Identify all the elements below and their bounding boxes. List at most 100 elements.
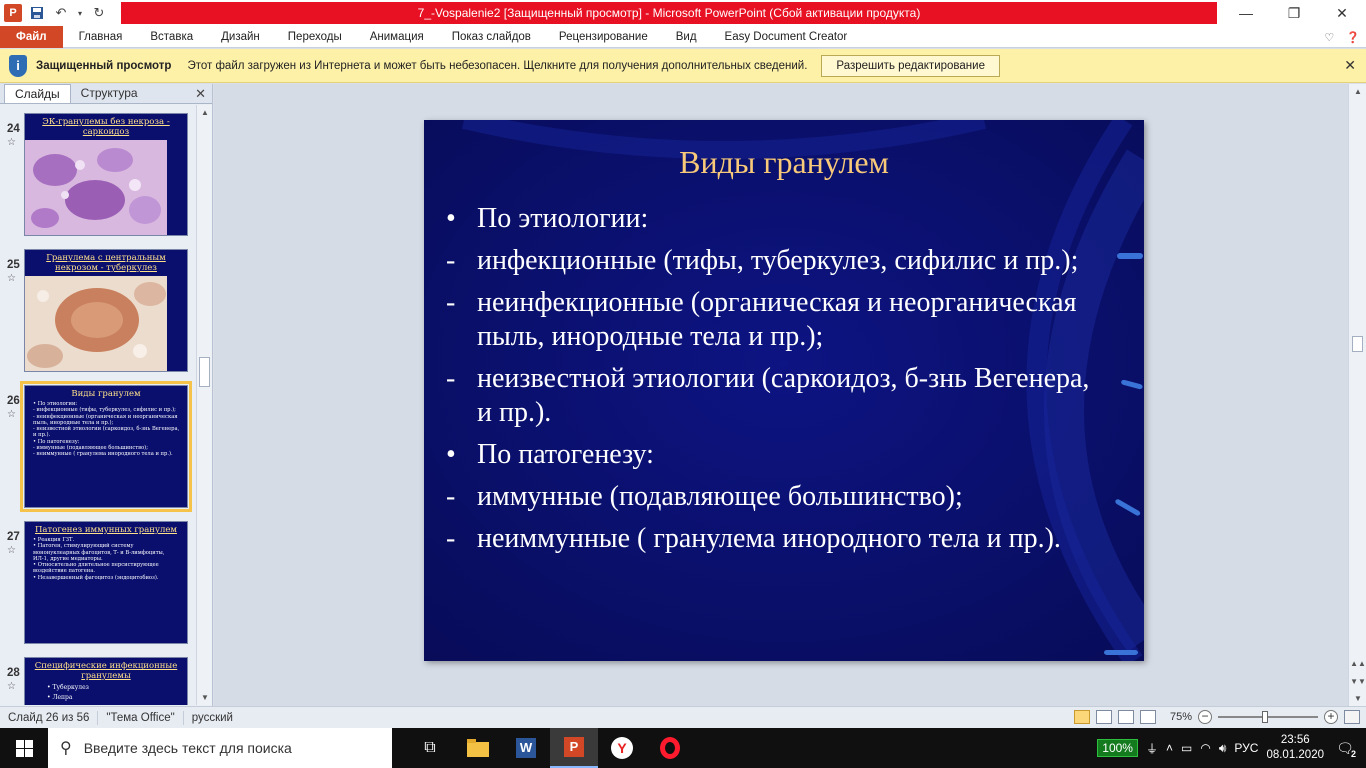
thumbnail-body: • Туберкулез • Лепра xyxy=(25,681,187,703)
scrollbar-thumb[interactable] xyxy=(199,357,210,387)
tab-file[interactable]: Файл xyxy=(0,25,63,48)
window-title: 7_-Vospalenie2 [Защищенный просмотр] - M… xyxy=(121,2,1217,24)
fit-slide-button[interactable] xyxy=(1344,710,1360,724)
tab-slideshow[interactable]: Показ слайдов xyxy=(438,26,545,48)
tab-transitions[interactable]: Переходы xyxy=(274,26,356,48)
scroll-up-icon[interactable]: ▲ xyxy=(1349,87,1366,96)
battery-icon[interactable]: ▭ xyxy=(1181,741,1192,755)
slide-body[interactable]: • По этиологии: - инфекционные (тифы, тубе… xyxy=(446,202,1106,564)
battery-indicator[interactable]: 100% xyxy=(1097,739,1138,757)
thumbnail-scrollbar[interactable]: ▲ ▼ xyxy=(196,105,212,705)
animation-star-icon: ☆ xyxy=(7,681,16,692)
chevron-up-icon[interactable]: ˄ xyxy=(1166,741,1173,755)
slideshow-button[interactable] xyxy=(1139,710,1156,724)
histology-purple-image xyxy=(25,140,167,235)
undo-icon[interactable]: ↶ xyxy=(52,4,70,22)
bullet-marker: • xyxy=(446,203,456,234)
system-tray: 100% ⏚ ˄ ▭ ◠ 🔊︎ РУС 23:56 08.01.2020 🗨︎ 2 xyxy=(1097,728,1366,768)
slide-thumbnail[interactable]: Виды гранулем • По этиологии: - инфекцио… xyxy=(20,381,192,512)
notification-count: 2 xyxy=(1350,749,1356,759)
next-slide-icon[interactable]: ▼▼ xyxy=(1349,677,1366,686)
tab-review[interactable]: Рецензирование xyxy=(545,26,662,48)
slide-thumbnail[interactable]: Специфические инфекционные гранулемы • Т… xyxy=(24,657,188,705)
slide-scrollbar[interactable]: ▲ ▲▲ ▼▼ ▼ xyxy=(1348,84,1366,706)
clock[interactable]: 23:56 08.01.2020 xyxy=(1266,733,1324,763)
input-language[interactable]: РУС xyxy=(1234,741,1258,755)
thumbnail-row[interactable]: 25 ☆ Гранулема с центральным некрозом - … xyxy=(0,247,195,377)
thumbnail-line: • Лепра xyxy=(47,694,73,701)
network-icon[interactable]: ◠ xyxy=(1200,741,1210,755)
file-explorer-icon[interactable] xyxy=(454,728,502,768)
bullet-marker: - xyxy=(446,523,456,554)
word-icon[interactable]: W xyxy=(502,728,550,768)
scrollbar-thumb[interactable] xyxy=(1352,336,1363,352)
close-icon[interactable]: ✕ xyxy=(1344,57,1356,74)
thumbnail-line: - неинфекционные (органическая и неорган… xyxy=(33,413,178,426)
normal-view-button[interactable] xyxy=(1073,710,1090,724)
close-button[interactable]: ✕ xyxy=(1318,0,1366,26)
thumbnail-title: Патогенез иммунных гранулем xyxy=(35,525,177,535)
save-icon[interactable] xyxy=(28,4,46,22)
zoom-level[interactable]: 75% xyxy=(1170,711,1192,723)
theme-name[interactable]: "Тема Office" xyxy=(98,710,184,725)
thumbnail-body: • По этиологии: - инфекционные (тифы, ту… xyxy=(25,399,187,458)
language-indicator[interactable]: русский xyxy=(184,711,241,725)
redo-icon[interactable]: ↻ xyxy=(90,4,108,22)
ribbon-right-controls: ♡ ❓ xyxy=(1324,26,1360,48)
tab-view[interactable]: Вид xyxy=(662,26,711,48)
scroll-up-icon[interactable]: ▲ xyxy=(197,108,213,117)
slide-sorter-button[interactable] xyxy=(1095,710,1112,724)
tab-slides[interactable]: Слайды xyxy=(4,84,71,103)
protected-view-title: Защищенный просмотр xyxy=(36,59,172,72)
reading-view-button[interactable] xyxy=(1117,710,1134,724)
pane-close-icon[interactable]: ✕ xyxy=(195,86,206,102)
thumbnail-line: • Незавершенный фагоцитоз (эндоцитобиоз)… xyxy=(33,574,159,581)
volume-icon[interactable]: 🔊︎ xyxy=(1219,741,1227,756)
tab-animation[interactable]: Анимация xyxy=(356,26,438,48)
thumbnail-row[interactable]: 28 ☆ Специфические инфекционные гранулем… xyxy=(0,655,195,705)
slides-pane: Слайды Структура ✕ 24 ☆ ЭК-гранулемы без… xyxy=(0,84,213,706)
thumbnail-row[interactable]: 24 ☆ ЭК-гранулемы без некроза - саркоидо… xyxy=(0,111,195,241)
scroll-down-icon[interactable]: ▼ xyxy=(197,693,213,702)
clock-date: 08.01.2020 xyxy=(1266,749,1324,761)
notification-center-icon[interactable]: 🗨︎ 2 xyxy=(1332,735,1358,761)
zoom-slider-knob[interactable] xyxy=(1262,711,1268,723)
thumbnail-row-selected[interactable]: 26 ☆ Виды гранулем • По этиологии: - инф… xyxy=(0,381,195,513)
slide-thumbnail[interactable]: Гранулема с центральным некрозом - тубер… xyxy=(24,249,188,372)
undo-dropdown-icon[interactable]: ▾ xyxy=(76,4,84,22)
opera-icon[interactable] xyxy=(646,728,694,768)
help-icon[interactable]: ❓ xyxy=(1346,31,1360,44)
bullet-marker: - xyxy=(446,287,456,318)
protected-view-bar[interactable]: i Защищенный просмотр Этот файл загружен… xyxy=(0,49,1366,83)
slide-thumbnail[interactable]: Патогенез иммунных гранулем • Реакция ГЗ… xyxy=(24,521,188,644)
current-slide[interactable]: Виды гранулем • По этиологии: - инфекционн… xyxy=(424,120,1144,661)
powerpoint-taskbar-icon[interactable]: P xyxy=(550,728,598,768)
tab-outline[interactable]: Структура xyxy=(71,84,148,103)
enable-editing-button[interactable]: Разрешить редактирование xyxy=(821,54,1000,77)
thumbnail-line: • Туберкулез xyxy=(47,684,89,691)
yandex-browser-icon[interactable]: Y xyxy=(598,728,646,768)
task-view-icon[interactable]: ⧉ xyxy=(406,728,454,768)
tab-insert[interactable]: Вставка xyxy=(136,26,207,48)
protected-view-message[interactable]: Этот файл загружен из Интернета и может … xyxy=(187,60,807,72)
zoom-out-button[interactable]: − xyxy=(1198,710,1212,724)
windows-start-icon[interactable] xyxy=(0,728,48,768)
slide-thumbnail[interactable]: ЭК-гранулемы без некроза - саркоидоз xyxy=(24,113,188,236)
restore-button[interactable]: ❐ xyxy=(1270,0,1318,26)
tab-design[interactable]: Дизайн xyxy=(207,26,274,48)
plug-icon[interactable]: ⏚ xyxy=(1146,740,1158,757)
minimize-ribbon-icon[interactable]: ♡ xyxy=(1324,31,1334,44)
zoom-slider[interactable] xyxy=(1218,711,1318,723)
tab-home[interactable]: Главная xyxy=(65,26,137,48)
slide-number: 27 xyxy=(7,531,20,543)
tab-easy-document-creator[interactable]: Easy Document Creator xyxy=(711,26,862,48)
quick-access-toolbar: P ↶ ▾ ↻ ▾ xyxy=(0,0,132,26)
thumbnail-row[interactable]: 27 ☆ Патогенез иммунных гранулем • Реакц… xyxy=(0,519,195,649)
scroll-down-icon[interactable]: ▼ xyxy=(1349,694,1366,703)
zoom-in-button[interactable]: + xyxy=(1324,710,1338,724)
previous-slide-icon[interactable]: ▲▲ xyxy=(1349,659,1366,668)
taskbar-search-box[interactable]: ⚲ Введите здесь текст для поиска xyxy=(48,728,392,768)
minimize-button[interactable]: — xyxy=(1222,0,1270,26)
powerpoint-logo-icon[interactable]: P xyxy=(4,4,22,22)
slide-title[interactable]: Виды гранулем xyxy=(424,144,1144,181)
